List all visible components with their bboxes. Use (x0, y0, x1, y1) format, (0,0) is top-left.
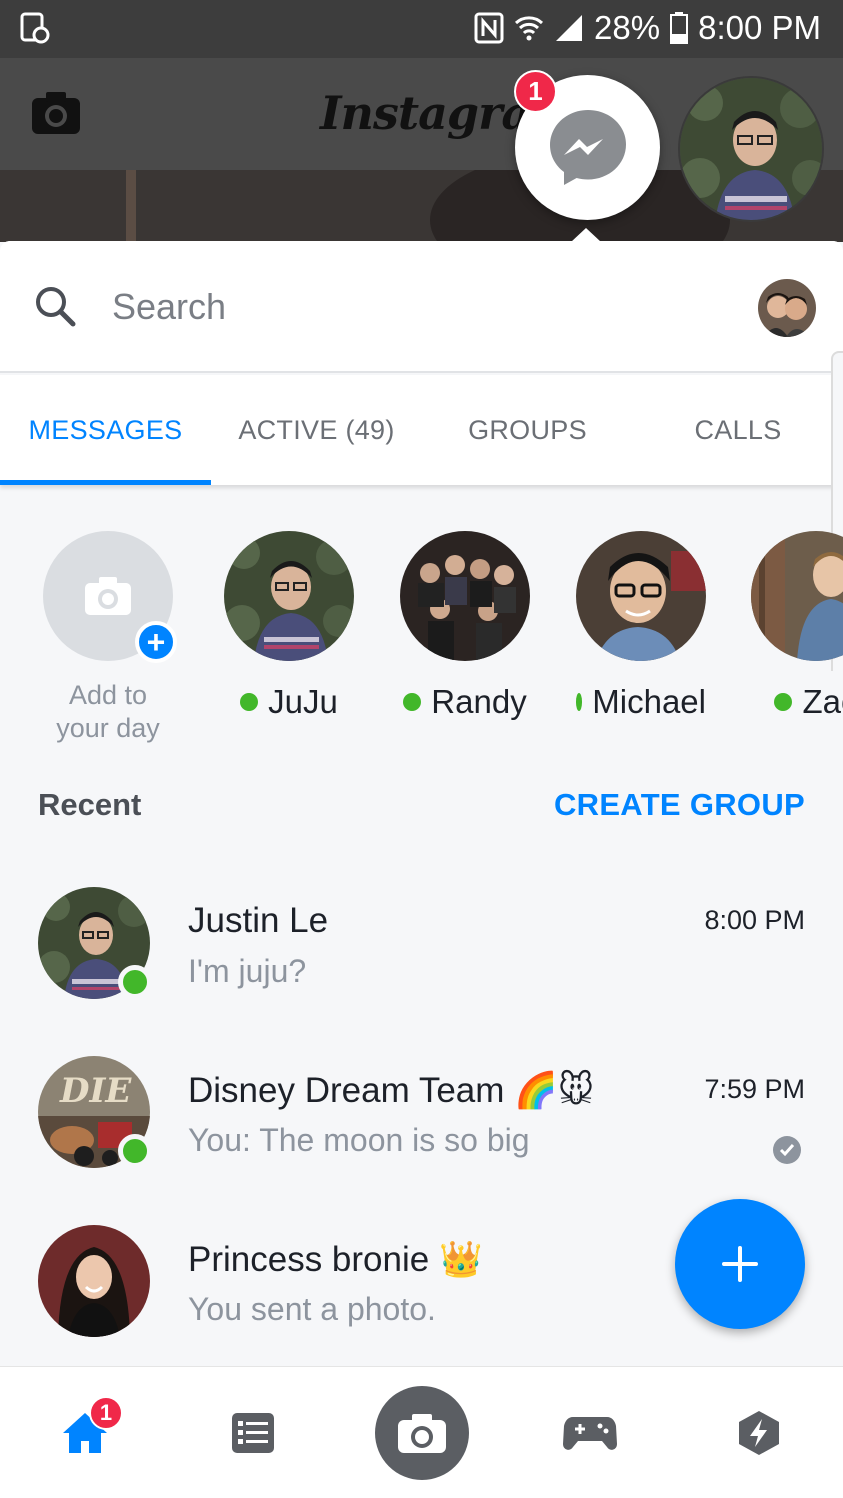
active-now-row: + Add to your day JuJu Randy Michael Za (0, 501, 843, 751)
avatar (38, 887, 152, 999)
camera-icon (85, 577, 131, 615)
screen-recorder-icon (20, 12, 50, 44)
tab-messages[interactable]: MESSAGES (0, 375, 211, 485)
conversation-snippet: You sent a photo. (188, 1291, 436, 1327)
chat-head-avatar[interactable] (678, 76, 824, 222)
plus-icon (722, 1246, 758, 1282)
search-bar (0, 241, 843, 373)
nfc-icon (474, 12, 504, 44)
conversation-snippet: I'm juju? (188, 953, 307, 989)
avatar (38, 1225, 150, 1337)
nav-discover[interactable] (714, 1367, 804, 1498)
plus-icon: + (135, 621, 177, 663)
active-person-zac[interactable]: Zac (751, 531, 843, 721)
add-to-day-label: Add to your day (56, 680, 160, 743)
seen-check-icon (773, 1136, 801, 1164)
list-icon (232, 1413, 274, 1453)
nav-home[interactable] (40, 1367, 130, 1498)
conversation-row[interactable]: DIE Disney Dream Team 🌈🐭 You: The moon i… (0, 1056, 843, 1224)
tab-bar: MESSAGES ACTIVE (49) GROUPS CALLS (0, 375, 843, 485)
emoji-rainbow-mouse: 🌈🐭 (514, 1071, 595, 1110)
svg-text:DIE: DIE (59, 1071, 132, 1111)
nav-games[interactable] (545, 1367, 635, 1498)
signal-icon (556, 15, 583, 41)
nav-camera[interactable] (374, 1367, 470, 1498)
clock: 8:00 PM (698, 9, 821, 46)
camera-icon (398, 1414, 446, 1453)
gamepad-icon (563, 1417, 617, 1450)
conversation-time: 8:00 PM (704, 905, 805, 935)
add-to-day-button[interactable]: + Add to your day (43, 531, 177, 745)
battery-percent: 28% (594, 9, 661, 46)
new-message-button[interactable] (675, 1199, 805, 1329)
emoji-crown: 👑 (438, 1240, 483, 1279)
online-indicator (403, 693, 422, 711)
tab-groups[interactable]: GROUPS (422, 375, 633, 485)
active-tab-indicator (0, 480, 211, 485)
add-story-circle: + (43, 531, 177, 663)
online-indicator (774, 693, 793, 711)
avatar (400, 531, 530, 661)
avatar-photo (680, 78, 822, 220)
active-person-juju[interactable]: JuJu (224, 531, 354, 721)
battery-icon (670, 12, 689, 44)
nav-list[interactable] (208, 1367, 298, 1498)
search-input[interactable] (112, 283, 672, 331)
notification-badge: 1 (514, 70, 557, 113)
tab-calls[interactable]: CALLS (633, 375, 843, 485)
online-indicator (118, 965, 152, 999)
avatar (751, 531, 843, 661)
my-profile-avatar[interactable] (758, 279, 816, 337)
avatar (576, 531, 706, 661)
status-bar: 28% 8:00 PM (0, 0, 843, 58)
avatar (224, 531, 354, 661)
panel-pointer (571, 228, 601, 242)
online-indicator (240, 693, 259, 711)
flash-icon (739, 1411, 779, 1455)
conversation-row[interactable]: Justin Le I'm juju? 8:00 PM (0, 887, 843, 1055)
active-person-michael[interactable]: Michael (576, 531, 706, 721)
online-indicator (118, 1134, 152, 1168)
conversation-snippet: You: The moon is so big (188, 1122, 530, 1158)
conversation-title: Justin Le (188, 901, 329, 940)
active-person-randy[interactable]: Randy (400, 531, 530, 721)
bottom-nav (0, 1366, 843, 1498)
conversation-title: Princess bronie 👑 (188, 1240, 483, 1279)
recent-heading: Recent (38, 787, 142, 822)
camera-icon[interactable] (30, 88, 82, 136)
home-notification-badge: 1 (89, 1396, 123, 1430)
create-group-button[interactable]: CREATE GROUP (554, 787, 805, 823)
avatar: DIE (38, 1056, 152, 1168)
wifi-icon (515, 16, 544, 41)
conversation-title: Disney Dream Team 🌈🐭 (188, 1071, 595, 1110)
conversation-time: 7:59 PM (704, 1074, 805, 1104)
tab-active[interactable]: ACTIVE (49) (211, 375, 422, 485)
search-icon (36, 287, 76, 327)
messenger-icon (549, 109, 626, 185)
online-indicator (576, 693, 583, 711)
